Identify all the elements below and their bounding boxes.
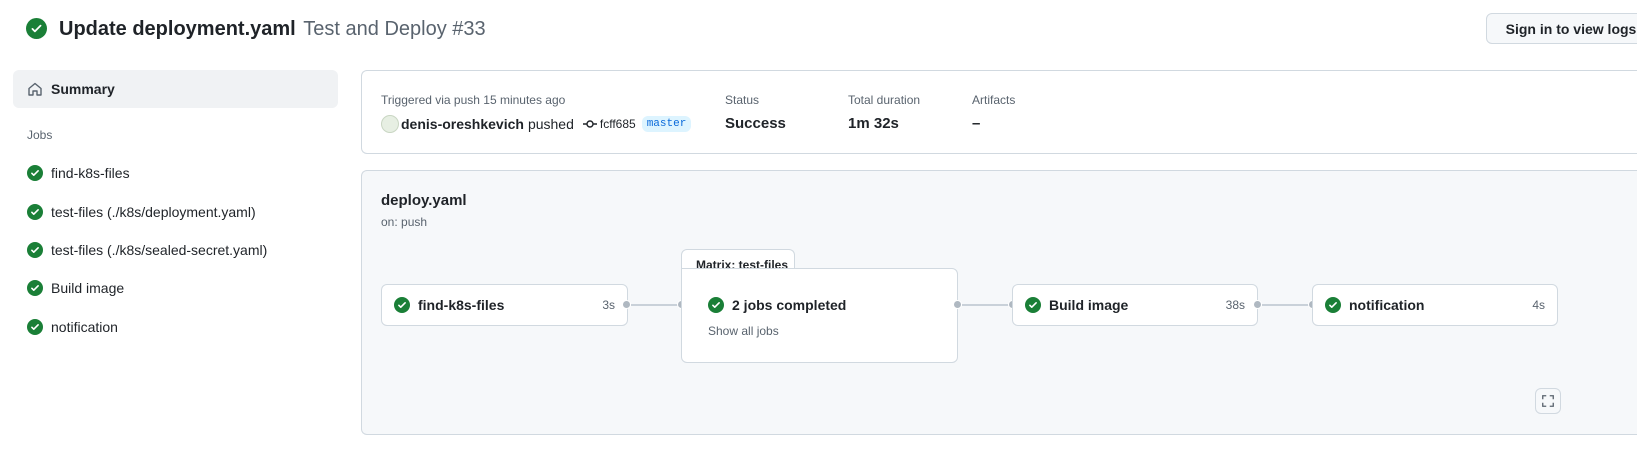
jobs-heading: Jobs	[27, 128, 53, 142]
success-check-icon	[27, 319, 43, 335]
commit-message: Update deployment.yaml	[59, 18, 296, 40]
sidebar-job-label: test-files (./k8s/sealed-secret.yaml)	[51, 242, 268, 258]
run-title: Update deployment.yaml Test and Deploy #…	[59, 16, 486, 42]
graph-job-name: Build image	[1049, 297, 1129, 313]
success-check-icon	[394, 297, 410, 313]
home-icon	[28, 82, 42, 96]
success-check-icon	[708, 297, 724, 313]
run-status-success-icon	[26, 18, 47, 39]
sidebar-job-label: notification	[51, 319, 118, 335]
show-all-jobs-link[interactable]: Show all jobs	[708, 324, 779, 338]
run-summary-panel	[361, 70, 1637, 154]
sidebar-job-test-files-deployment[interactable]: test-files (./k8s/deployment.yaml)	[27, 200, 337, 224]
graph-job-find-k8s-files[interactable]: find-k8s-files 3s	[381, 284, 628, 326]
success-check-icon	[27, 204, 43, 220]
graph-node-dot	[953, 300, 962, 309]
actor-link[interactable]: denis-oreshkevich	[401, 116, 524, 132]
duration-value: 1m 32s	[848, 115, 899, 132]
sidebar-job-label: Build image	[51, 280, 125, 296]
graph-job-name: find-k8s-files	[418, 297, 505, 313]
avatar[interactable]	[381, 115, 399, 133]
graph-job-duration: 38s	[1225, 298, 1245, 312]
graph-connector	[631, 304, 681, 306]
artifacts-label: Artifacts	[972, 93, 1016, 107]
success-check-icon	[1025, 297, 1041, 313]
success-check-icon	[27, 242, 43, 258]
graph-job-name: notification	[1349, 297, 1425, 313]
trigger-detail: denis-oreshkevich pushed fcff685 master	[381, 115, 692, 133]
sidebar-job-build-image[interactable]: Build image	[27, 276, 337, 300]
sign-in-button[interactable]: Sign in to view logs	[1486, 13, 1637, 44]
action-text: pushed	[527, 116, 574, 132]
graph-job-duration: 4s	[1532, 298, 1545, 312]
graph-job-build-image[interactable]: Build image 38s	[1012, 284, 1258, 326]
sidebar-job-find-k8s-files[interactable]: find-k8s-files	[27, 161, 337, 185]
artifacts-value: –	[972, 115, 981, 132]
graph-connector	[962, 304, 1012, 306]
fullscreen-button[interactable]	[1535, 388, 1561, 414]
workflow-run-name: Test and Deploy #33	[303, 18, 486, 40]
graph-node-dot	[1253, 300, 1262, 309]
sidebar-item-summary[interactable]: Summary	[13, 70, 338, 108]
git-commit-icon	[582, 120, 597, 128]
success-check-icon	[1325, 297, 1341, 313]
graph-job-duration: 3s	[602, 298, 615, 312]
matrix-summary-row: 2 jobs completed	[708, 297, 846, 313]
sidebar-job-label: test-files (./k8s/deployment.yaml)	[51, 204, 256, 220]
graph-job-notification[interactable]: notification 4s	[1312, 284, 1558, 326]
graph-connector	[1262, 304, 1312, 306]
commit-sha-link[interactable]: fcff685	[600, 117, 636, 131]
branch-badge[interactable]: master	[641, 116, 692, 132]
matrix-summary: 2 jobs completed	[732, 297, 847, 313]
success-check-icon	[27, 165, 43, 181]
matrix-job-group[interactable]: 2 jobs completed Show all jobs	[681, 268, 958, 363]
workflow-trigger: on: push	[381, 215, 428, 229]
status-value: Success	[725, 115, 786, 132]
success-check-icon	[27, 280, 43, 296]
sidebar-item-label: Summary	[51, 81, 115, 97]
sidebar-job-notification[interactable]: notification	[27, 315, 337, 339]
expand-icon	[1542, 395, 1554, 407]
graph-node-dot	[622, 300, 631, 309]
sidebar-job-test-files-sealed-secret[interactable]: test-files (./k8s/sealed-secret.yaml)	[27, 238, 337, 262]
duration-label: Total duration	[848, 93, 921, 107]
workflow-file-name: deploy.yaml	[381, 192, 467, 209]
sidebar-job-label: find-k8s-files	[51, 165, 130, 181]
status-label: Status	[725, 93, 760, 107]
trigger-text: Triggered via push 15 minutes ago	[381, 93, 566, 107]
